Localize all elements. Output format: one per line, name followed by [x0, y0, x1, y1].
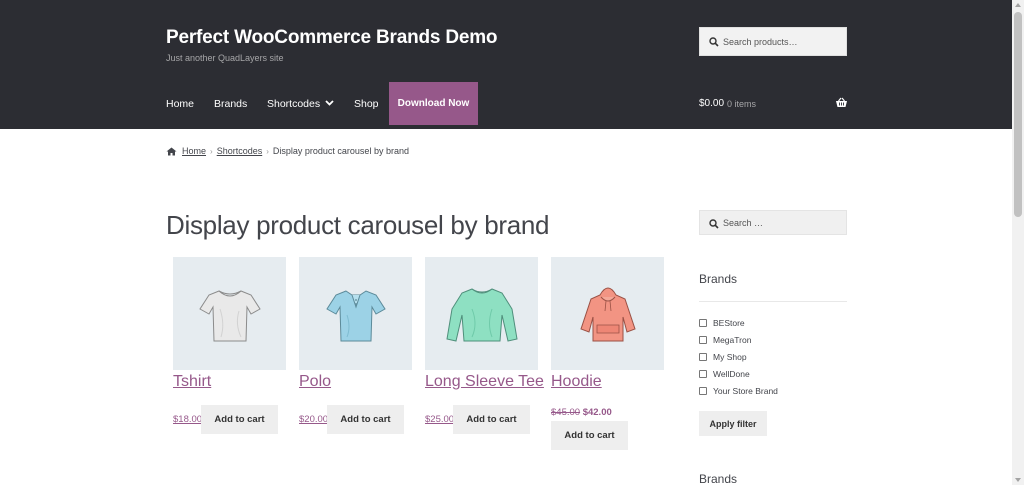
tshirt-image[interactable]	[173, 257, 286, 370]
product-card: Polo $20.00 Add to cart	[299, 257, 412, 434]
site-header: Perfect WooCommerce Brands Demo Just ano…	[0, 0, 1012, 129]
nav-brands[interactable]: Brands	[214, 98, 247, 110]
brands-widget-title: Brands	[699, 272, 738, 286]
nav-shop[interactable]: Shop	[354, 98, 379, 110]
brand-label: My Shop	[713, 352, 747, 362]
home-icon	[166, 147, 177, 155]
breadcrumb-home-link[interactable]: Home	[182, 146, 206, 156]
divider	[699, 301, 847, 302]
hoodie-image[interactable]	[551, 257, 664, 370]
product-name[interactable]: Polo	[299, 373, 331, 391]
checkbox[interactable]	[699, 370, 707, 378]
brand-label: BEStore	[713, 318, 745, 328]
add-to-cart-button[interactable]: Add to cart	[453, 405, 530, 434]
long-sleeve-tee-image[interactable]	[425, 257, 538, 370]
scroll-down-arrow-icon[interactable]	[1015, 478, 1021, 482]
brands-widget-title-2: Brands	[699, 472, 738, 486]
search-icon	[709, 37, 719, 47]
apply-filter-button[interactable]: Apply filter	[699, 411, 767, 436]
download-now-button[interactable]: Download Now	[389, 82, 478, 125]
site-title[interactable]: Perfect WooCommerce Brands Demo	[166, 27, 498, 49]
nav-shortcodes[interactable]: Shortcodes	[267, 98, 320, 110]
brand-filter-welldone[interactable]: WellDone	[699, 369, 750, 379]
page-title: Display product carousel by brand	[166, 210, 550, 240]
scroll-up-arrow-icon[interactable]	[1015, 3, 1021, 7]
add-to-cart-button[interactable]: Add to cart	[201, 405, 278, 434]
product-price-old: $45.00	[551, 407, 581, 418]
checkbox[interactable]	[699, 387, 707, 395]
product-price-new: $42.00	[582, 407, 612, 418]
product-price: $45.00 $42.00	[551, 407, 612, 418]
brand-filter-megatron[interactable]: MegaTron	[699, 335, 751, 345]
product-name[interactable]: Tshirt	[173, 373, 211, 391]
chevron-down-icon[interactable]	[325, 100, 334, 106]
brand-filter-bestore[interactable]: BEStore	[699, 318, 745, 328]
product-card: Hoodie $45.00 $42.00 Add to cart	[551, 257, 664, 450]
checkbox[interactable]	[699, 319, 707, 327]
nav-home[interactable]: Home	[166, 98, 194, 110]
add-to-cart-button[interactable]: Add to cart	[551, 421, 628, 450]
cart-count[interactable]: 0 items	[727, 99, 756, 109]
product-card: Long Sleeve Tee $25.00 Add to cart	[425, 257, 544, 434]
brand-label: WellDone	[713, 369, 750, 379]
cart-amount[interactable]: $0.00	[699, 98, 724, 109]
product-name[interactable]: Hoodie	[551, 373, 602, 391]
scroll-thumb[interactable]	[1014, 12, 1022, 217]
checkbox[interactable]	[699, 336, 707, 344]
search-icon	[709, 219, 719, 229]
breadcrumb-separator: ›	[210, 146, 213, 156]
header-search-box[interactable]	[699, 27, 847, 56]
site-tagline: Just another QuadLayers site	[166, 53, 284, 63]
product-price: $18.00	[173, 414, 203, 425]
checkbox[interactable]	[699, 353, 707, 361]
brand-filter-my-shop[interactable]: My Shop	[699, 352, 747, 362]
product-price: $20.00	[299, 414, 329, 425]
vertical-scrollbar[interactable]	[1012, 0, 1024, 485]
brand-filter-your-store-brand[interactable]: Your Store Brand	[699, 386, 778, 396]
product-price: $25.00	[425, 414, 455, 425]
header-search-input[interactable]	[723, 34, 841, 50]
breadcrumb-shortcodes-link[interactable]: Shortcodes	[217, 146, 263, 156]
sidebar-search-input[interactable]	[723, 215, 841, 230]
breadcrumb-separator: ›	[266, 146, 269, 156]
polo-image[interactable]	[299, 257, 412, 370]
breadcrumb-current: Display product carousel by brand	[272, 146, 409, 156]
sidebar-search-box[interactable]	[699, 210, 847, 235]
brand-label: MegaTron	[713, 335, 752, 345]
product-name[interactable]: Long Sleeve Tee	[425, 373, 544, 391]
basket-icon[interactable]	[835, 97, 848, 108]
product-card: Tshirt $18.00 Add to cart	[173, 257, 286, 434]
add-to-cart-button[interactable]: Add to cart	[327, 405, 404, 434]
breadcrumb: Home › Shortcodes › Display product caro…	[166, 146, 409, 156]
brand-label: Your Store Brand	[713, 386, 778, 396]
